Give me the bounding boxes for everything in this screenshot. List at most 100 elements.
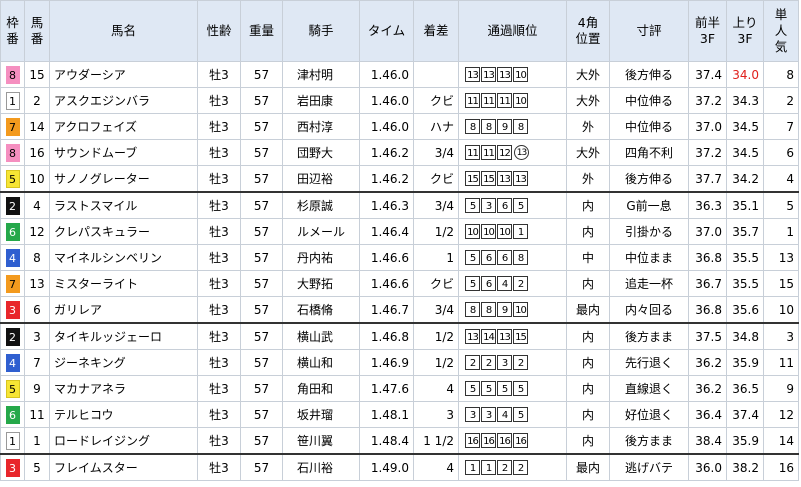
passing-box: 13	[481, 67, 496, 82]
cell-time: 1.46.6	[359, 270, 414, 297]
cell-weight: 57	[240, 87, 283, 114]
cell-time: 1.46.0	[359, 61, 414, 88]
table-row: 6 11 テルヒコウ 牡3 57 坂井瑠 1.48.1 3 3 3 4 5 内好位退く 36.4 37.4 1…	[0, 401, 799, 428]
jockey-link[interactable]: 坂井瑠	[282, 401, 360, 428]
jockey-link[interactable]: 田辺裕	[282, 165, 360, 193]
passing-box: 15	[481, 171, 496, 186]
cell-passing: 5365	[458, 191, 567, 219]
passing-order: 13 13 13 10	[465, 67, 529, 82]
horse-name-link[interactable]: テルヒコウ	[49, 401, 198, 428]
waku-badge: 4	[5, 353, 20, 372]
cell-comment: 好位退く	[609, 401, 689, 428]
jockey-link[interactable]: ルメール	[282, 218, 360, 245]
jockey-link[interactable]: 笹川翼	[282, 427, 360, 455]
jockey-link[interactable]: 石橋脩	[282, 296, 360, 324]
passing-box: 8	[481, 302, 496, 317]
passing-box: 6	[497, 250, 512, 265]
cell-weight: 57	[240, 401, 283, 428]
cell-first3f: 37.7	[688, 165, 727, 193]
table-row: 6 12 クレパスキュラー 牡3 57 ルメール 1.46.4 1/2 10 10 10 1 内引掛かる…	[0, 218, 799, 245]
horse-name-link[interactable]: ロードレイジング	[49, 427, 198, 455]
horse-name-link[interactable]: フレイムスター	[49, 453, 198, 481]
passing-order: 5642	[465, 276, 529, 291]
jockey-link[interactable]: 丹内祐	[282, 244, 360, 271]
waku-badge: 2	[5, 196, 20, 215]
cell-last3f: 34.2	[726, 165, 764, 193]
jockey-link[interactable]: 岩田康	[282, 87, 360, 114]
header-sexage: 性齢	[197, 0, 241, 62]
cell-time: 1.49.0	[359, 453, 414, 481]
cell-weight: 57	[240, 453, 283, 481]
horse-name-link[interactable]: マイネルシンベリン	[49, 244, 198, 271]
cell-corner4: 大外	[566, 139, 610, 166]
horse-name-link[interactable]: サウンドムーブ	[49, 139, 198, 166]
cell-waku: 5	[0, 165, 25, 193]
passing-box: 8	[465, 119, 480, 134]
passing-box: 6	[481, 276, 496, 291]
header-row: 枠番 馬番 馬名 性齢 重量 騎手 タイム 着差 通過順位 4角 位置 寸評 前半…	[0, 0, 799, 62]
passing-circled: 13	[514, 145, 529, 160]
horse-name-link[interactable]: クレパスキュラー	[49, 218, 198, 245]
passing-box: 2	[513, 355, 528, 370]
cell-first3f: 37.2	[688, 87, 727, 114]
table-body: 8 15 アウダーシア 牡3 57 津村明 1.46.0 13 13 13 10 大外 後方伸る 37.4…	[0, 61, 799, 481]
passing-box: 5	[513, 381, 528, 396]
horse-name-link[interactable]: ミスターライト	[49, 270, 198, 297]
horse-name-link[interactable]: アウダーシア	[49, 61, 198, 88]
jockey-link[interactable]: 団野大	[282, 139, 360, 166]
cell-margin: クビ	[413, 165, 459, 193]
horse-name-link[interactable]: サノノグレーター	[49, 165, 198, 193]
horse-name-link[interactable]: タイキルッジェーロ	[49, 322, 198, 350]
cell-waku: 1	[0, 87, 25, 114]
header-time: タイム	[359, 0, 414, 62]
waku-badge: 4	[5, 248, 20, 267]
passing-box: 16	[497, 433, 512, 448]
header-margin: 着差	[413, 0, 459, 62]
header-umaban: 馬番	[24, 0, 50, 62]
header-last3f: 上り 3F	[726, 0, 764, 62]
cell-comment: 直線退く	[609, 375, 689, 402]
cell-pop: 7	[763, 113, 799, 140]
jockey-link[interactable]: 杉原誠	[282, 191, 360, 219]
cell-pop: 16	[763, 453, 799, 481]
cell-corner4: 中	[566, 244, 610, 271]
jockey-link[interactable]: 津村明	[282, 61, 360, 88]
cell-comment: 引掛かる	[609, 218, 689, 245]
cell-sexage: 牡3	[197, 87, 241, 114]
horse-name-link[interactable]: ラストスマイル	[49, 191, 198, 219]
horse-name-link[interactable]: アクロフェイズ	[49, 113, 198, 140]
horse-name-link[interactable]: マカナアネラ	[49, 375, 198, 402]
jockey-link[interactable]: 西村淳	[282, 113, 360, 140]
cell-weight: 57	[240, 349, 283, 376]
jockey-link[interactable]: 横山武	[282, 322, 360, 350]
passing-box: 2	[497, 460, 512, 475]
horse-name-link[interactable]: ジーネキング	[49, 349, 198, 376]
passing-box: 11	[497, 93, 512, 108]
jockey-link[interactable]: 角田和	[282, 375, 360, 402]
cell-corner4: 最内	[566, 453, 610, 481]
passing-box: 13	[497, 329, 512, 344]
cell-sexage: 牡3	[197, 296, 241, 324]
passing-box: 2	[513, 276, 528, 291]
cell-corner4: 外	[566, 113, 610, 140]
passing-box: 10	[513, 67, 528, 82]
cell-time: 1.46.0	[359, 87, 414, 114]
jockey-link[interactable]: 横山和	[282, 349, 360, 376]
cell-umaban: 12	[24, 218, 50, 245]
cell-sexage: 牡3	[197, 244, 241, 271]
passing-box: 13	[497, 171, 512, 186]
passing-box: 13	[513, 171, 528, 186]
jockey-link[interactable]: 石川裕	[282, 453, 360, 481]
cell-last3f: 34.8	[726, 322, 764, 350]
cell-comment: 中位まま	[609, 244, 689, 271]
cell-time: 1.48.4	[359, 427, 414, 455]
horse-name-link[interactable]: ガリレア	[49, 296, 198, 324]
cell-margin: 1	[413, 244, 459, 271]
header-comment: 寸評	[609, 0, 689, 62]
table-row: 5 10 サノノグレーター 牡3 57 田辺裕 1.46.2 クビ 15 15 13 13 外後方伸る 3…	[0, 165, 799, 193]
jockey-link[interactable]: 大野拓	[282, 270, 360, 297]
cell-umaban: 5	[24, 453, 50, 481]
cell-margin	[413, 61, 459, 88]
cell-first3f: 36.2	[688, 375, 727, 402]
horse-name-link[interactable]: アスクエジンバラ	[49, 87, 198, 114]
